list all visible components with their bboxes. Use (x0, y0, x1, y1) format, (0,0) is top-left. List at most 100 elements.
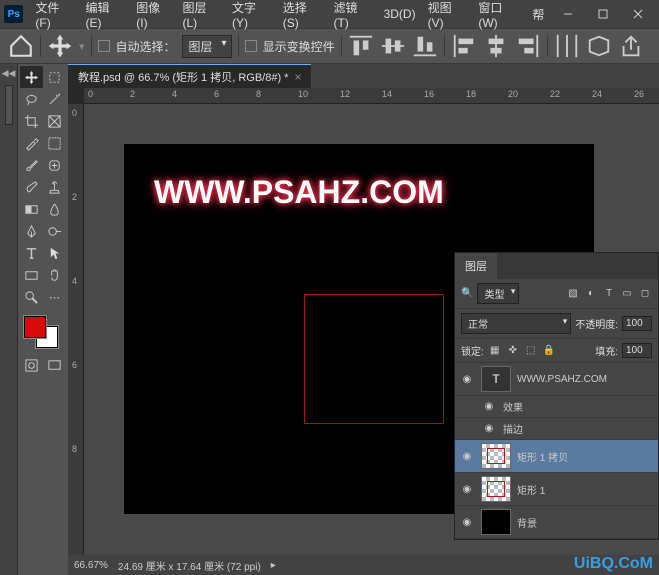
align-vcenter-icon[interactable] (380, 33, 406, 59)
close-button[interactable] (620, 0, 655, 28)
dodge-tool[interactable] (43, 220, 66, 242)
hand-tool[interactable] (43, 264, 66, 286)
visibility-icon[interactable]: ◉ (459, 517, 475, 528)
gradient-tool[interactable] (20, 198, 43, 220)
distribute-icon[interactable] (554, 33, 580, 59)
share-icon[interactable] (618, 33, 644, 59)
lock-label: 锁定: (461, 343, 484, 358)
document-tab[interactable]: 教程.psd @ 66.7% (矩形 1 拷贝, RGB/8#) * × (68, 64, 311, 89)
menu-layer[interactable]: 图层(L) (176, 0, 225, 34)
screen-mode-icon[interactable] (43, 354, 66, 376)
layer-thumb-shape (481, 443, 511, 469)
visibility-icon[interactable]: ◉ (481, 401, 497, 412)
crop-tool[interactable] (20, 110, 43, 132)
layer-item[interactable]: ◉ 矩形 1 拷贝 (455, 440, 658, 473)
menu-type[interactable]: 文字(Y) (226, 0, 277, 34)
healing-tool[interactable] (43, 154, 66, 176)
layer-name[interactable]: 矩形 1 拷贝 (517, 449, 568, 464)
brush-tool[interactable] (20, 154, 43, 176)
path-select-tool[interactable] (43, 242, 66, 264)
search-icon[interactable]: 🔍 (461, 288, 473, 299)
move-tool[interactable] (20, 66, 43, 88)
menu-filter[interactable]: 滤镜(T) (327, 0, 377, 34)
menu-file[interactable]: 文件(F) (29, 0, 79, 34)
blur-tool[interactable] (43, 198, 66, 220)
menu-help[interactable]: 帮 (526, 2, 550, 27)
watermark: UiBQ.CoM (574, 555, 653, 573)
canvas-rect-shape (304, 294, 444, 424)
eyedropper-tool[interactable] (20, 132, 43, 154)
filter-text-icon[interactable]: T (602, 287, 616, 301)
history-brush-tool[interactable] (20, 176, 43, 198)
document-tab-title: 教程.psd @ 66.7% (矩形 1 拷贝, RGB/8#) * (78, 69, 288, 85)
move-tool-icon[interactable] (47, 33, 73, 59)
align-right-icon[interactable] (515, 33, 541, 59)
panel-dock-icon[interactable] (5, 85, 13, 125)
status-zoom[interactable]: 66.67% (74, 560, 108, 571)
tab-close-icon[interactable]: × (294, 70, 301, 84)
menu-image[interactable]: 图像(I) (130, 0, 176, 34)
marquee-tool[interactable] (43, 132, 66, 154)
fill-input[interactable] (622, 343, 652, 358)
layers-tab[interactable]: 图层 (455, 253, 497, 279)
layer-fx-item[interactable]: ◉ 描边 (455, 418, 658, 440)
layer-thumb-bg (481, 509, 511, 535)
type-tool[interactable] (20, 242, 43, 264)
layer-name[interactable]: 矩形 1 (517, 482, 545, 497)
layer-name[interactable]: WWW.PSAHZ.COM (517, 374, 607, 385)
frame-tool[interactable] (43, 110, 66, 132)
visibility-icon[interactable]: ◉ (459, 484, 475, 495)
menu-select[interactable]: 选择(S) (277, 0, 328, 34)
opacity-input[interactable] (622, 316, 652, 331)
auto-select-checkbox[interactable] (98, 40, 110, 52)
visibility-icon[interactable]: ◉ (481, 423, 497, 434)
align-top-icon[interactable] (348, 33, 374, 59)
maximize-button[interactable] (585, 0, 620, 28)
menu-view[interactable]: 视图(V) (422, 0, 473, 34)
align-hcenter-icon[interactable] (483, 33, 509, 59)
lock-artboard-icon[interactable]: ⬚ (524, 344, 538, 358)
lock-pixels-icon[interactable]: ▦ (488, 344, 502, 358)
foreground-swatch[interactable] (24, 316, 46, 338)
blend-mode-select[interactable]: 正常 (461, 313, 571, 334)
filter-adjust-icon[interactable]: ◐ (584, 287, 598, 301)
layer-item[interactable]: ◉ 矩形 1 (455, 473, 658, 506)
magic-wand-tool[interactable] (43, 88, 66, 110)
menu-window[interactable]: 窗口(W) (472, 0, 526, 34)
filter-type-select[interactable]: 类型 (477, 283, 519, 304)
layer-item[interactable]: ◉ T WWW.PSAHZ.COM (455, 363, 658, 396)
layer-fx-label: 效果 (503, 399, 523, 414)
edit-toolbar-icon[interactable]: ⋯ (43, 286, 66, 308)
zoom-tool[interactable] (20, 286, 43, 308)
layer-fx[interactable]: ◉ 效果 (455, 396, 658, 418)
menu-3d[interactable]: 3D(D) (378, 3, 422, 25)
visibility-icon[interactable]: ◉ (459, 451, 475, 462)
rectangle-tool[interactable] (20, 264, 43, 286)
minimize-button[interactable] (550, 0, 585, 28)
status-doc-info[interactable]: 24.69 厘米 x 17.64 厘米 (72 ppi) (118, 558, 261, 573)
clone-stamp-tool[interactable] (43, 176, 66, 198)
show-transform-checkbox[interactable] (245, 40, 257, 52)
filter-shape-icon[interactable]: ▭ (620, 287, 634, 301)
lock-position-icon[interactable]: ✜ (506, 344, 520, 358)
home-button[interactable] (8, 33, 34, 59)
quick-mask-icon[interactable] (20, 354, 43, 376)
auto-select-type[interactable]: 图层 (182, 35, 232, 58)
collapse-chevron-icon[interactable]: ◀◀ (2, 68, 16, 79)
tools-panel: ⋯ (18, 64, 68, 575)
lasso-tool[interactable] (20, 88, 43, 110)
filter-smart-icon[interactable]: ◻ (638, 287, 652, 301)
menu-edit[interactable]: 编辑(E) (79, 0, 130, 34)
ruler-horizontal[interactable]: 0 2 4 6 8 10 12 14 16 18 20 22 24 26 (84, 88, 659, 104)
3d-mode-icon[interactable] (586, 33, 612, 59)
artboard-tool[interactable] (43, 66, 66, 88)
lock-all-icon[interactable]: 🔒 (542, 344, 556, 358)
filter-pixel-icon[interactable]: ▧ (566, 287, 580, 301)
visibility-icon[interactable]: ◉ (459, 374, 475, 385)
align-bottom-icon[interactable] (412, 33, 438, 59)
align-left-icon[interactable] (451, 33, 477, 59)
layer-name[interactable]: 背景 (517, 515, 537, 530)
pen-tool[interactable] (20, 220, 43, 242)
ruler-vertical[interactable]: 0 2 4 6 8 (68, 104, 84, 555)
layer-item[interactable]: ◉ 背景 (455, 506, 658, 539)
